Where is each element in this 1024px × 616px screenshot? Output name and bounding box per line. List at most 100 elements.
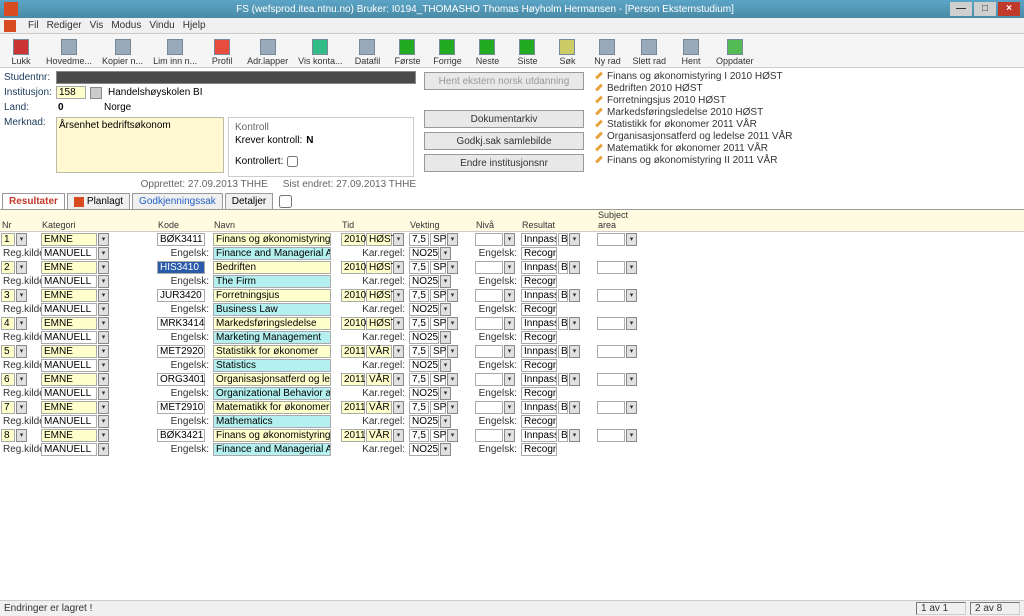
kategori-field[interactable]: EMNE [41,401,97,414]
sem-field[interactable]: VÅR [366,373,392,386]
endre-inst-button[interactable]: Endre institusjonsnr [424,154,584,172]
karregel-field[interactable]: NO25 [409,275,439,288]
menu-modus[interactable]: Modus [111,20,141,31]
vekt-unit[interactable]: SP [430,289,446,302]
karregel-field[interactable]: NO25 [409,387,439,400]
resultat-dd[interactable]: ▾ [569,345,580,358]
tb-hent[interactable]: Hent [674,38,708,67]
vekt-field[interactable]: 7,5 [409,401,429,414]
nr-dd[interactable]: ▾ [16,345,27,358]
vekt-unit[interactable]: SP [430,401,446,414]
tb-liminn[interactable]: Lim inn n... [151,38,199,67]
resultat-grade[interactable]: B [558,233,568,246]
nr-dd[interactable]: ▾ [16,429,27,442]
kategori-field[interactable]: EMNE [41,261,97,274]
karregel-field[interactable]: NO25 [409,303,439,316]
niva-dd[interactable]: ▾ [504,261,515,274]
karregel-field[interactable]: NO25 [409,443,439,456]
sem-dd[interactable]: ▾ [393,429,404,442]
vekt-unit[interactable]: SP [430,233,446,246]
karregel-dd[interactable]: ▾ [440,387,451,400]
sem-field[interactable]: HØST [366,233,392,246]
side-item[interactable]: Matematikk for økonomer 2011 VÅR [594,142,1020,154]
engelsk-field[interactable]: Finance and Managerial Ac... [213,247,331,260]
engelsk-field[interactable]: Mathematics [213,415,331,428]
tb-profil[interactable]: Profil [205,38,239,67]
aar-field[interactable]: 2010 [341,261,365,274]
tab-resultater[interactable]: Resultater [2,193,65,209]
resultat-grade[interactable]: B [558,289,568,302]
nr-field[interactable]: 2 [1,261,15,274]
karregel-field[interactable]: NO25 [409,247,439,260]
resultat-dd[interactable]: ▾ [569,233,580,246]
aar-field[interactable]: 2010 [341,233,365,246]
tb-lukk[interactable]: Lukk [4,38,38,67]
niva-field[interactable] [475,317,503,330]
niva-dd[interactable]: ▾ [504,401,515,414]
resultat-dd[interactable]: ▾ [569,429,580,442]
regkilde-field[interactable]: MANUELL [41,331,97,344]
nr-dd[interactable]: ▾ [16,233,27,246]
tab-godkjenningssak[interactable]: Godkjenningssak [132,193,223,209]
aar-field[interactable]: 2010 [341,289,365,302]
engelsk-field[interactable]: Marketing Management [213,331,331,344]
recogni-field[interactable]: Recogni [521,387,557,400]
nr-dd[interactable]: ▾ [16,317,27,330]
regkilde-dd[interactable]: ▾ [98,415,109,428]
tb-kopier[interactable]: Kopier n... [100,38,145,67]
tb-slett[interactable]: Slett rad [630,38,668,67]
vekt-field[interactable]: 7,5 [409,429,429,442]
karregel-dd[interactable]: ▾ [440,331,451,344]
nr-field[interactable]: 1 [1,233,15,246]
recogni-field[interactable]: Recogni [521,415,557,428]
engelsk-field[interactable]: Statistics [213,359,331,372]
detaljer-checkbox[interactable] [279,195,292,208]
sem-field[interactable]: HØST [366,289,392,302]
niva-dd[interactable]: ▾ [504,345,515,358]
dokumentarkiv-button[interactable]: Dokumentarkiv [424,110,584,128]
maximize-button[interactable]: □ [974,2,996,16]
regkilde-field[interactable]: MANUELL [41,359,97,372]
vekt-field[interactable]: 7,5 [409,261,429,274]
subject-field[interactable] [597,345,625,358]
vekt-unit[interactable]: SP [430,373,446,386]
kode-field[interactable]: JUR3420 [157,289,205,302]
resultat-field[interactable]: Innpasse [521,261,557,274]
kode-field[interactable]: HIS3410 [157,261,205,274]
sem-field[interactable]: HØST [366,261,392,274]
regkilde-field[interactable]: MANUELL [41,443,97,456]
kategori-field[interactable]: EMNE [41,317,97,330]
vekt-dd[interactable]: ▾ [447,345,458,358]
tb-kontakt[interactable]: Vis konta... [296,38,344,67]
minimize-button[interactable]: — [950,2,972,16]
kode-field[interactable]: MRK3414 [157,317,205,330]
merknad-field[interactable]: Årsenhet bedriftsøkonom [56,117,224,173]
recogni-field[interactable]: Recogni [521,359,557,372]
nr-dd[interactable]: ▾ [16,289,27,302]
institusjon-code[interactable]: 158 [56,86,86,99]
side-item[interactable]: Organisasjonsatferd og ledelse 2011 VÅR [594,130,1020,142]
recogni-field[interactable]: Recogni [521,247,557,260]
sem-dd[interactable]: ▾ [393,233,404,246]
subject-field[interactable] [597,317,625,330]
resultat-dd[interactable]: ▾ [569,373,580,386]
recogni-field[interactable]: Recogni [521,331,557,344]
karregel-dd[interactable]: ▾ [440,275,451,288]
niva-field[interactable] [475,345,503,358]
kode-field[interactable]: BØK3411 [157,233,205,246]
subject-dd[interactable]: ▾ [626,261,637,274]
niva-field[interactable] [475,261,503,274]
engelsk-field[interactable]: Organizational Behavior an... [213,387,331,400]
regkilde-field[interactable]: MANUELL [41,387,97,400]
side-item[interactable]: Statistikk for økonomer 2011 VÅR [594,118,1020,130]
side-item[interactable]: Finans og økonomistyring I 2010 HØST [594,70,1020,82]
vekt-field[interactable]: 7,5 [409,345,429,358]
vekt-dd[interactable]: ▾ [447,373,458,386]
subject-field[interactable] [597,233,625,246]
niva-dd[interactable]: ▾ [504,233,515,246]
kategori-dd[interactable]: ▾ [98,345,109,358]
side-item[interactable]: Markedsføringsledelse 2010 HØST [594,106,1020,118]
karregel-dd[interactable]: ▾ [440,415,451,428]
sem-dd[interactable]: ▾ [393,261,404,274]
karregel-dd[interactable]: ▾ [440,247,451,260]
